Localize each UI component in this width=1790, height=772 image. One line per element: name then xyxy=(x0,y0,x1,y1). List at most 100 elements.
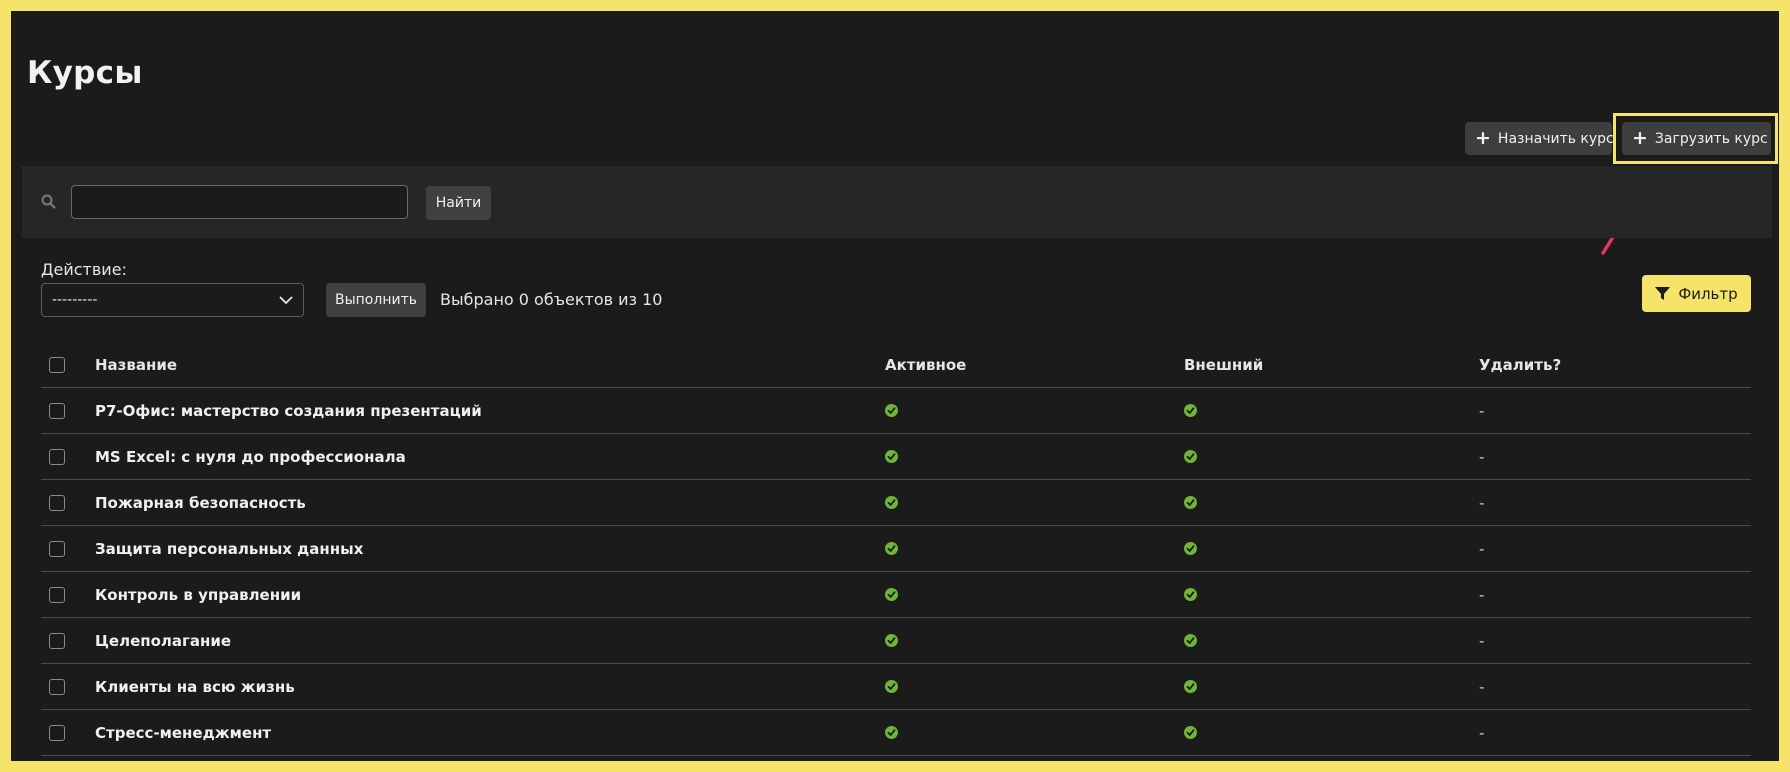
course-name-link[interactable]: Защита персональных данных xyxy=(95,526,363,571)
filter-button[interactable]: Фильтр xyxy=(1642,275,1751,312)
external-status-cell xyxy=(1184,434,1197,479)
column-header-external[interactable]: Внешний xyxy=(1184,342,1263,387)
row-checkbox[interactable] xyxy=(49,448,65,465)
check-circle-icon xyxy=(1184,496,1197,509)
course-name-link[interactable]: Клиенты на всю жизнь xyxy=(95,664,295,709)
external-status-cell xyxy=(1184,526,1197,571)
row-checkbox[interactable] xyxy=(49,494,65,511)
active-status-cell xyxy=(885,710,898,755)
table-row: Р7-Офис: мастерство создания презентаций… xyxy=(41,388,1751,434)
row-checkbox[interactable] xyxy=(49,586,65,603)
table-row: Стресс-менеджмент - xyxy=(41,710,1751,756)
assign-course-label: Назначить курс xyxy=(1497,130,1614,147)
course-name-link[interactable]: MS Excel: с нуля до профессионала xyxy=(95,434,406,479)
selected-count-text: Выбрано 0 объектов из 10 xyxy=(440,290,663,309)
check-circle-icon xyxy=(1184,450,1197,463)
page-title: Курсы xyxy=(27,55,143,91)
check-circle-icon xyxy=(1184,634,1197,647)
check-circle-icon xyxy=(885,496,898,509)
action-label: Действие: xyxy=(41,260,127,279)
active-status-cell xyxy=(885,526,898,571)
row-select-cell xyxy=(49,434,65,479)
search-input[interactable] xyxy=(71,185,408,219)
courses-table: Название Активное Внешний Удалить? Р7-Оф… xyxy=(41,342,1751,756)
course-name-link[interactable]: Р7-Офис: мастерство создания презентаций xyxy=(95,388,482,433)
delete-value: - xyxy=(1479,631,1485,650)
annotation-highlight-box xyxy=(1613,113,1778,164)
course-name-link[interactable]: Контроль в управлении xyxy=(95,572,301,617)
funnel-icon xyxy=(1655,287,1671,300)
course-name-link[interactable]: Целеполагание xyxy=(95,618,231,663)
check-circle-icon xyxy=(885,450,898,463)
external-status-cell xyxy=(1184,572,1197,617)
column-header-delete: Удалить? xyxy=(1479,355,1562,374)
check-circle-icon xyxy=(885,726,898,739)
row-select-cell xyxy=(49,710,65,755)
row-select-cell xyxy=(49,480,65,525)
table-row: Пожарная безопасность - xyxy=(41,480,1751,526)
table-row: Целеполагание - xyxy=(41,618,1751,664)
column-header-name[interactable]: Название xyxy=(95,342,177,387)
table-body: Р7-Офис: мастерство создания презентаций… xyxy=(41,388,1751,756)
active-status-cell xyxy=(885,434,898,479)
active-status-cell xyxy=(885,388,898,433)
chevron-down-icon xyxy=(279,295,293,304)
row-checkbox[interactable] xyxy=(49,402,65,419)
check-circle-icon xyxy=(885,680,898,693)
check-circle-icon xyxy=(1184,542,1197,555)
check-circle-icon xyxy=(1184,680,1197,693)
row-select-cell xyxy=(49,572,65,617)
table-row: Контроль в управлении - xyxy=(41,572,1751,618)
external-status-cell xyxy=(1184,480,1197,525)
search-icon xyxy=(41,194,56,209)
delete-value: - xyxy=(1479,539,1485,558)
row-select-cell xyxy=(49,388,65,433)
find-button[interactable]: Найти xyxy=(426,186,491,220)
row-select-cell xyxy=(49,618,65,663)
delete-value: - xyxy=(1479,723,1485,742)
row-select-cell xyxy=(49,526,65,571)
active-status-cell xyxy=(885,572,898,617)
table-header-row: Название Активное Внешний Удалить? xyxy=(41,342,1751,388)
delete-value: - xyxy=(1479,447,1485,466)
course-name-link[interactable]: Стресс-менеджмент xyxy=(95,710,271,755)
table-row: Клиенты на всю жизнь - xyxy=(41,664,1751,710)
action-select-value: --------- xyxy=(52,292,98,308)
delete-value: - xyxy=(1479,493,1485,512)
action-select[interactable]: --------- xyxy=(41,283,304,317)
run-action-button[interactable]: Выполнить xyxy=(326,283,426,317)
table-row: MS Excel: с нуля до профессионала - xyxy=(41,434,1751,480)
plus-icon: + xyxy=(1475,126,1491,149)
delete-value: - xyxy=(1479,585,1485,604)
row-checkbox[interactable] xyxy=(49,540,65,557)
app-window: Курсы + Назначить курс + Загрузить курс … xyxy=(11,11,1779,761)
external-status-cell xyxy=(1184,664,1197,709)
check-circle-icon xyxy=(1184,588,1197,601)
select-all-checkbox[interactable] xyxy=(49,356,65,373)
active-status-cell xyxy=(885,618,898,663)
check-circle-icon xyxy=(885,404,898,417)
external-status-cell xyxy=(1184,710,1197,755)
search-panel: Найти xyxy=(22,166,1772,238)
delete-value: - xyxy=(1479,677,1485,696)
assign-course-button[interactable]: + Назначить курс xyxy=(1465,122,1614,155)
row-select-cell xyxy=(49,664,65,709)
column-header-active[interactable]: Активное xyxy=(885,342,966,387)
check-circle-icon xyxy=(1184,726,1197,739)
course-name-link[interactable]: Пожарная безопасность xyxy=(95,480,306,525)
check-circle-icon xyxy=(885,588,898,601)
active-status-cell xyxy=(885,480,898,525)
row-checkbox[interactable] xyxy=(49,632,65,649)
check-circle-icon xyxy=(885,634,898,647)
filter-label: Фильтр xyxy=(1678,284,1738,303)
check-circle-icon xyxy=(885,542,898,555)
check-circle-icon xyxy=(1184,404,1197,417)
select-all-cell xyxy=(49,342,65,387)
active-status-cell xyxy=(885,664,898,709)
row-checkbox[interactable] xyxy=(49,678,65,695)
external-status-cell xyxy=(1184,388,1197,433)
row-checkbox[interactable] xyxy=(49,724,65,741)
delete-value: - xyxy=(1479,401,1485,420)
external-status-cell xyxy=(1184,618,1197,663)
table-row: Защита персональных данных - xyxy=(41,526,1751,572)
